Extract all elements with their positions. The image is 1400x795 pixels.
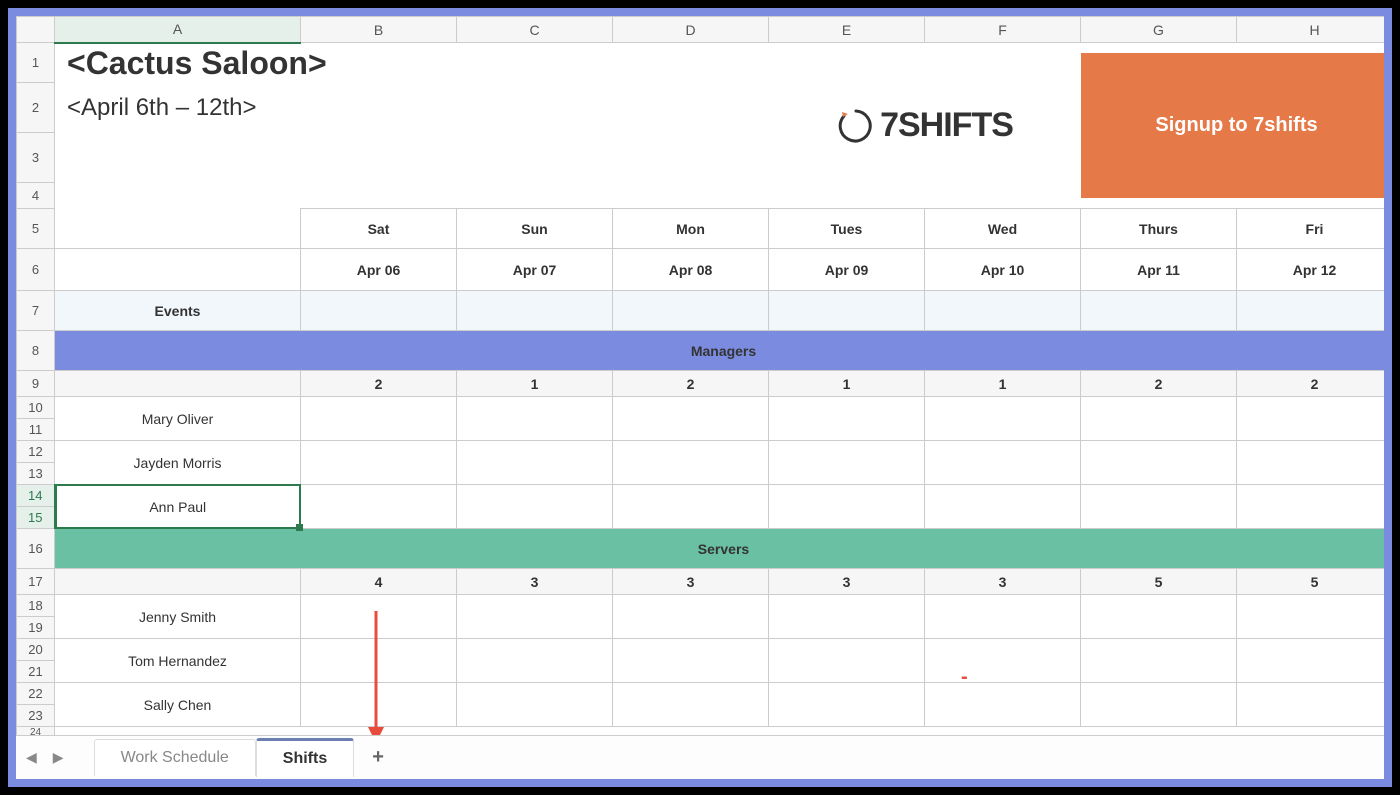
day-sun[interactable]: Sun — [457, 209, 613, 249]
row-header-5[interactable]: 5 — [17, 209, 55, 249]
7shifts-logo: 7SHIFTS — [775, 43, 1075, 208]
row-header-22[interactable]: 22 — [17, 683, 55, 705]
managers-section[interactable]: Managers — [55, 331, 1385, 371]
day-tue[interactable]: Tues — [769, 209, 925, 249]
server-name-2[interactable]: Sally Chen — [55, 683, 301, 727]
row-header-9[interactable]: 9 — [17, 371, 55, 397]
server-name-1[interactable]: Tom Hernandez — [55, 639, 301, 683]
row-header-8[interactable]: 8 — [17, 331, 55, 371]
tab-add-button[interactable]: + — [354, 738, 402, 777]
sheet-nav-next-icon[interactable]: ▶ — [53, 749, 64, 766]
manager-name-0[interactable]: Mary Oliver — [55, 397, 301, 441]
day-sat[interactable]: Sat — [301, 209, 457, 249]
row-header-14[interactable]: 14 — [17, 485, 55, 507]
clock-icon — [836, 106, 876, 146]
row-header-1[interactable]: 1 — [17, 43, 55, 83]
day-thu[interactable]: Thurs — [1081, 209, 1237, 249]
row-header-12[interactable]: 12 — [17, 441, 55, 463]
date-6[interactable]: Apr 12 — [1237, 249, 1385, 291]
date-3[interactable]: Apr 09 — [769, 249, 925, 291]
date-1[interactable]: Apr 07 — [457, 249, 613, 291]
day-mon[interactable]: Mon — [613, 209, 769, 249]
business-title: <Cactus Saloon> — [67, 45, 327, 81]
row-header-2[interactable]: 2 — [17, 83, 55, 133]
signup-button[interactable]: Signup to 7shifts — [1081, 53, 1385, 198]
col-header-C[interactable]: C — [457, 17, 613, 43]
date-0[interactable]: Apr 06 — [301, 249, 457, 291]
date-2[interactable]: Apr 08 — [613, 249, 769, 291]
spreadsheet-grid[interactable]: A B C D E F G H 1 <Cactus Saloon> — [16, 16, 1384, 735]
server-name-0[interactable]: Jenny Smith — [55, 595, 301, 639]
row-header-3[interactable]: 3 — [17, 133, 55, 183]
row-header-23[interactable]: 23 — [17, 705, 55, 727]
col-header-G[interactable]: G — [1081, 17, 1237, 43]
row-header-21[interactable]: 21 — [17, 661, 55, 683]
row-header-16[interactable]: 16 — [17, 529, 55, 569]
sheet-nav-arrows: ◀ ▶ — [26, 749, 64, 766]
col-header-F[interactable]: F — [925, 17, 1081, 43]
row-header-19[interactable]: 19 — [17, 617, 55, 639]
date-5[interactable]: Apr 11 — [1081, 249, 1237, 291]
row-header-15[interactable]: 15 — [17, 507, 55, 529]
column-headers[interactable]: A B C D E F G H — [17, 17, 1385, 43]
row-header-6[interactable]: 6 — [17, 249, 55, 291]
row-header-7[interactable]: 7 — [17, 291, 55, 331]
row-header-13[interactable]: 13 — [17, 463, 55, 485]
col-header-E[interactable]: E — [769, 17, 925, 43]
row-header-10[interactable]: 10 — [17, 397, 55, 419]
date-4[interactable]: Apr 10 — [925, 249, 1081, 291]
servers-section[interactable]: Servers — [55, 529, 1385, 569]
row-header-11[interactable]: 11 — [17, 419, 55, 441]
select-all-corner[interactable] — [17, 17, 55, 43]
sheet-tab-bar: ◀ ▶ Work Schedule Shifts + — [16, 735, 1384, 779]
tab-shifts[interactable]: Shifts — [256, 738, 354, 777]
row-header-24[interactable]: 24 — [17, 727, 55, 736]
col-header-A[interactable]: A — [55, 17, 301, 43]
manager-name-1[interactable]: Jayden Morris — [55, 441, 301, 485]
row-header-18[interactable]: 18 — [17, 595, 55, 617]
day-wed[interactable]: Wed — [925, 209, 1081, 249]
day-fri[interactable]: Fri — [1237, 209, 1385, 249]
events-label[interactable]: Events — [55, 291, 301, 331]
row-header-20[interactable]: 20 — [17, 639, 55, 661]
manager-name-2[interactable]: Ann Paul — [55, 485, 301, 529]
date-range: <April 6th – 12th> — [67, 94, 256, 121]
col-header-D[interactable]: D — [613, 17, 769, 43]
col-header-B[interactable]: B — [301, 17, 457, 43]
col-header-H[interactable]: H — [1237, 17, 1385, 43]
row-header-17[interactable]: 17 — [17, 569, 55, 595]
sheet-nav-prev-icon[interactable]: ◀ — [26, 749, 37, 766]
tab-work-schedule[interactable]: Work Schedule — [94, 739, 256, 776]
row-header-4[interactable]: 4 — [17, 183, 55, 209]
